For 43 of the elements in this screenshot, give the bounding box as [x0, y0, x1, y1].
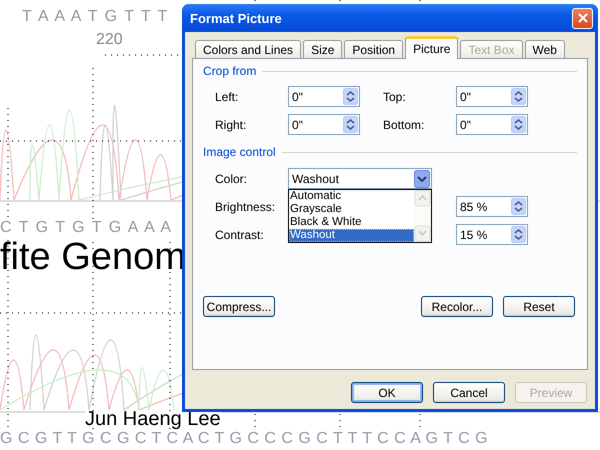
- slide-title: fite Genom: [0, 236, 186, 279]
- dropdown-option[interactable]: Grayscale: [289, 203, 414, 216]
- field-label: Right:: [215, 118, 248, 132]
- spin-field[interactable]: 0": [456, 86, 528, 107]
- base-sequence: G C G T T G C G C T C A C T G C C C G C T T T C C A G T C G: [0, 430, 488, 448]
- button[interactable]: Reset: [503, 296, 575, 317]
- field-label: Color:: [215, 172, 248, 186]
- tab[interactable]: Colors and Lines: [195, 40, 302, 58]
- button[interactable]: Cancel: [433, 382, 505, 403]
- spin-field[interactable]: 85 %: [456, 196, 528, 217]
- window-title: Format Picture: [190, 10, 282, 26]
- field-label: Contrast:: [215, 228, 264, 242]
- close-button[interactable]: [572, 8, 593, 28]
- tab[interactable]: Picture: [405, 36, 458, 59]
- tab[interactable]: Position: [344, 40, 404, 58]
- spin-arrows-icon[interactable]: [343, 116, 358, 133]
- spin-field[interactable]: 0": [288, 86, 360, 107]
- spin-field[interactable]: 15 %: [456, 224, 528, 245]
- spin-arrows-icon[interactable]: [343, 88, 358, 105]
- spin-field[interactable]: 0": [288, 114, 360, 135]
- spin-arrows-icon[interactable]: [511, 88, 526, 105]
- author-name: Jun Haeng Lee: [85, 411, 221, 428]
- spin-arrows-icon[interactable]: [511, 226, 526, 243]
- section-heading: Crop from: [203, 64, 256, 78]
- button[interactable]: OK: [351, 382, 423, 403]
- base-sequence: C T G T G T G A A A: [0, 219, 172, 237]
- tab[interactable]: Web: [524, 40, 565, 58]
- dropdown-option[interactable]: Washout: [289, 229, 414, 242]
- field-label: Left:: [215, 90, 240, 104]
- button[interactable]: Compress...: [203, 296, 275, 317]
- tab[interactable]: Size: [303, 40, 342, 58]
- field-label: Brightness:: [215, 200, 276, 214]
- spin-field[interactable]: 0": [456, 114, 528, 135]
- dropdown-option[interactable]: Black & White: [289, 216, 414, 229]
- dropdown-option[interactable]: Automatic: [289, 190, 414, 203]
- spin-arrows-icon[interactable]: [511, 198, 526, 215]
- scrollbar[interactable]: [414, 190, 431, 242]
- field-label: Top:: [383, 90, 407, 104]
- section-heading: Image control: [203, 145, 276, 159]
- spin-arrows-icon[interactable]: [511, 116, 526, 133]
- field-label: Bottom:: [383, 118, 426, 132]
- close-icon[interactable]: [578, 13, 588, 23]
- button[interactable]: Recolor...: [421, 296, 493, 317]
